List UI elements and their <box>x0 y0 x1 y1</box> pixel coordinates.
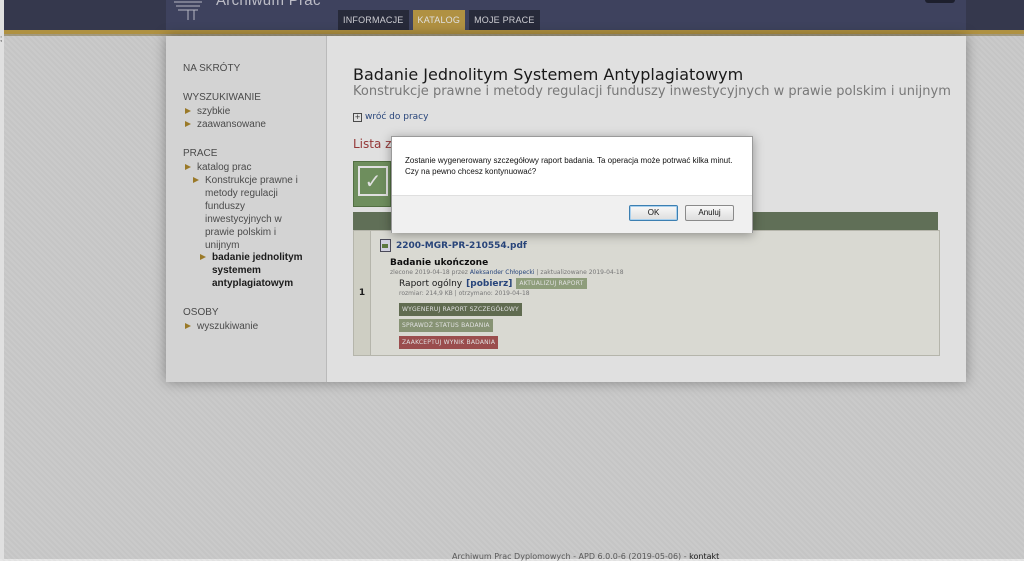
cancel-button[interactable]: Anuluj <box>685 205 734 221</box>
modal-overlay <box>0 0 1024 559</box>
ok-button[interactable]: OK <box>629 205 678 221</box>
dialog-footer: OK Anuluj <box>392 195 752 233</box>
confirm-dialog: Zostanie wygenerowany szczegółowy raport… <box>391 136 753 233</box>
dialog-message: Zostanie wygenerowany szczegółowy raport… <box>405 156 733 176</box>
